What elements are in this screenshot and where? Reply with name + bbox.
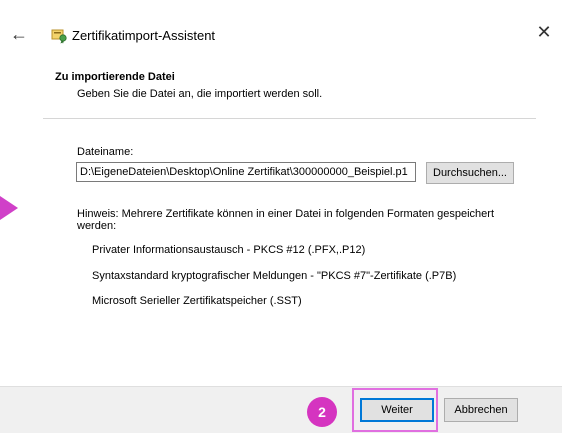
cancel-button[interactable]: Abbrechen [444, 398, 518, 422]
divider [43, 118, 536, 119]
certificate-wizard-icon [50, 26, 68, 44]
hint-text-line2: werden: [77, 220, 117, 232]
hint-text-line1: Hinweis: Mehrere Zertifikate können in e… [77, 208, 494, 220]
filename-input[interactable] [76, 162, 416, 182]
filename-label: Dateiname: [77, 146, 134, 158]
step-badge: 2 [307, 397, 337, 427]
window-title: Zertifikatimport-Assistent [72, 28, 216, 43]
format-item-pkcs12: Privater Informationsaustausch - PKCS #1… [92, 244, 366, 256]
format-item-pkcs7: Syntaxstandard kryptografischer Meldunge… [92, 270, 457, 282]
next-button[interactable]: Weiter [360, 398, 434, 422]
section-subtitle: Geben Sie die Datei an, die importiert w… [77, 88, 323, 100]
close-icon[interactable]: ✕ [534, 22, 554, 42]
format-item-sst: Microsoft Serieller Zertifikatspeicher (… [92, 295, 302, 307]
back-arrow-icon[interactable]: ← [10, 24, 30, 44]
browse-button[interactable]: Durchsuchen... [426, 162, 514, 184]
section-title: Zu importierende Datei [55, 71, 175, 83]
annotation-arrow [0, 196, 18, 220]
